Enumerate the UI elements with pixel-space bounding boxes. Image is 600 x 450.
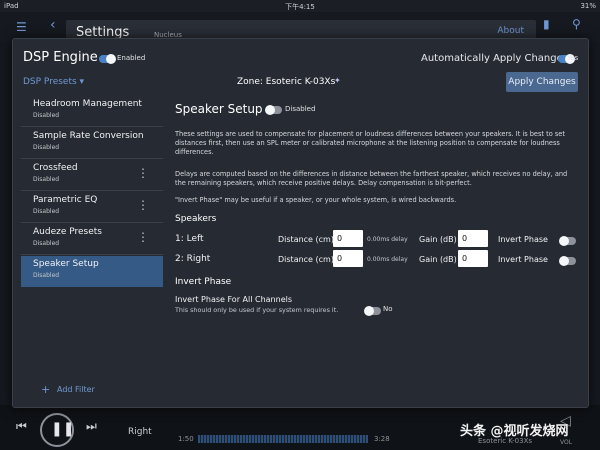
waveform-seek-bar[interactable] — [198, 435, 368, 443]
sidebar-item-audeze-presets[interactable]: Audeze Presets Disabled ⋮ — [21, 224, 163, 255]
speaker-setup-state: Disabled — [285, 105, 316, 113]
menu-icon[interactable]: ☰ — [16, 20, 27, 34]
dsp-enabled-label: Enabled — [117, 54, 146, 62]
bookmark-icon[interactable]: ▮ — [543, 17, 550, 31]
invert-all-state: No — [383, 305, 393, 313]
invert-all-toggle[interactable] — [364, 306, 381, 316]
invert-paragraph: "Invert Phase" may be useful if a speake… — [175, 196, 457, 204]
zone-sparkle-icon: ✦ — [334, 76, 341, 85]
about-link[interactable]: About — [497, 26, 524, 36]
filter-status: Disabled — [33, 176, 60, 183]
invert-phase-heading: Invert Phase — [175, 277, 232, 287]
status-bar: iPad 下午4:15 31% — [0, 0, 600, 12]
plus-icon: + — [41, 383, 51, 396]
speaker-setup-toggle[interactable] — [265, 105, 282, 115]
speaker-name: 2: Right — [175, 254, 211, 264]
previous-track-icon[interactable]: ⏮ — [16, 419, 27, 434]
filter-name: Crossfeed — [33, 163, 78, 173]
gain-input[interactable]: 0 — [458, 230, 488, 247]
total-time: 3:28 — [374, 435, 390, 443]
sidebar-item-speaker-setup[interactable]: Speaker Setup Disabled — [21, 256, 163, 287]
auto-apply-label: Automatically Apply Changes — [421, 53, 568, 64]
auto-apply-state: Yes — [567, 54, 579, 62]
sidebar-item-sample-rate-conversion[interactable]: Sample Rate Conversion Disabled — [21, 128, 163, 159]
distance-label: Distance (cm) — [278, 255, 334, 264]
watermark: 头条 @视听发烧网 — [460, 424, 569, 439]
gain-input[interactable]: 0 — [458, 250, 488, 267]
next-track-icon[interactable]: ⏭ — [86, 419, 97, 434]
speakers-heading: Speakers — [175, 214, 217, 224]
track-title: Right — [128, 427, 152, 437]
filter-name: Audeze Presets — [33, 227, 102, 237]
filter-name: Parametric EQ — [33, 195, 98, 205]
dsp-presets-dropdown[interactable]: DSP Presets ▾ — [23, 77, 84, 87]
sidebar-item-parametric-eq[interactable]: Parametric EQ Disabled ⋮ — [21, 192, 163, 223]
filter-status: Disabled — [33, 272, 60, 279]
dialog-header: DSP Engine Enabled Automatically Apply C… — [13, 39, 588, 70]
delay-paragraph: Delays are computed based on the differe… — [175, 170, 568, 187]
more-options-icon[interactable]: ⋮ — [137, 198, 149, 212]
invert-phase-toggle[interactable] — [559, 236, 576, 246]
filter-name: Sample Rate Conversion — [33, 131, 144, 141]
elapsed-time: 1:50 — [178, 435, 194, 443]
add-filter-label: Add Filter — [57, 385, 95, 394]
distance-input[interactable]: 0 — [333, 250, 363, 267]
apply-changes-button[interactable]: Apply Changes — [506, 72, 578, 92]
filter-status: Disabled — [33, 208, 60, 215]
invert-all-label: Invert Phase For All Channels — [175, 295, 292, 304]
speaker-name: 1: Left — [175, 234, 204, 244]
sidebar-item-headroom-management[interactable]: Headroom Management Disabled — [21, 96, 163, 127]
distance-label: Distance (cm) — [278, 235, 334, 244]
distance-input[interactable]: 0 — [333, 230, 363, 247]
invert-phase-toggle[interactable] — [559, 256, 576, 266]
dsp-enabled-toggle[interactable] — [99, 54, 116, 64]
sidebar-item-crossfeed[interactable]: Crossfeed Disabled ⋮ — [21, 160, 163, 191]
pause-icon: ❚❚ — [51, 421, 75, 437]
description-paragraph: These settings are used to compensate fo… — [175, 130, 565, 156]
filter-status: Disabled — [33, 112, 60, 119]
delay-readout: 0.00ms delay — [367, 256, 408, 263]
gain-label: Gain (dB) — [419, 235, 457, 244]
back-chevron-icon[interactable]: ‹ — [50, 17, 56, 33]
more-options-icon[interactable]: ⋮ — [137, 166, 149, 180]
invert-phase-label: Invert Phase — [498, 255, 548, 264]
battery-level: 31% — [580, 2, 596, 10]
filter-sidebar: Headroom Management Disabled Sample Rate… — [21, 96, 163, 400]
speaker-row-left: 1: Left Distance (cm) 0 0.00ms delay Gai… — [175, 230, 579, 250]
filter-name: Headroom Management — [33, 99, 142, 109]
invert-phase-label: Invert Phase — [498, 235, 548, 244]
filter-status: Disabled — [33, 144, 60, 151]
volume-label: VOL — [560, 439, 573, 446]
delay-readout: 0.00ms delay — [367, 236, 408, 243]
search-icon[interactable]: ⚲ — [572, 17, 581, 31]
panel-title: Speaker Setup — [175, 102, 263, 116]
more-options-icon[interactable]: ⋮ — [137, 230, 149, 244]
speaker-row-right: 2: Right Distance (cm) 0 0.00ms delay Ga… — [175, 250, 579, 270]
zone-label: Zone: Esoteric K-03Xs — [237, 77, 336, 87]
clock: 下午4:15 — [285, 3, 315, 11]
filter-name: Speaker Setup — [33, 259, 99, 269]
filter-status: Disabled — [33, 240, 60, 247]
speaker-setup-panel: Speaker Setup Disabled These settings ar… — [175, 96, 587, 400]
dialog-title: DSP Engine — [23, 50, 98, 65]
invert-all-note: This should only be used if your system … — [175, 306, 339, 314]
gain-label: Gain (dB) — [419, 255, 457, 264]
dsp-engine-dialog: DSP Engine Enabled Automatically Apply C… — [12, 38, 589, 408]
